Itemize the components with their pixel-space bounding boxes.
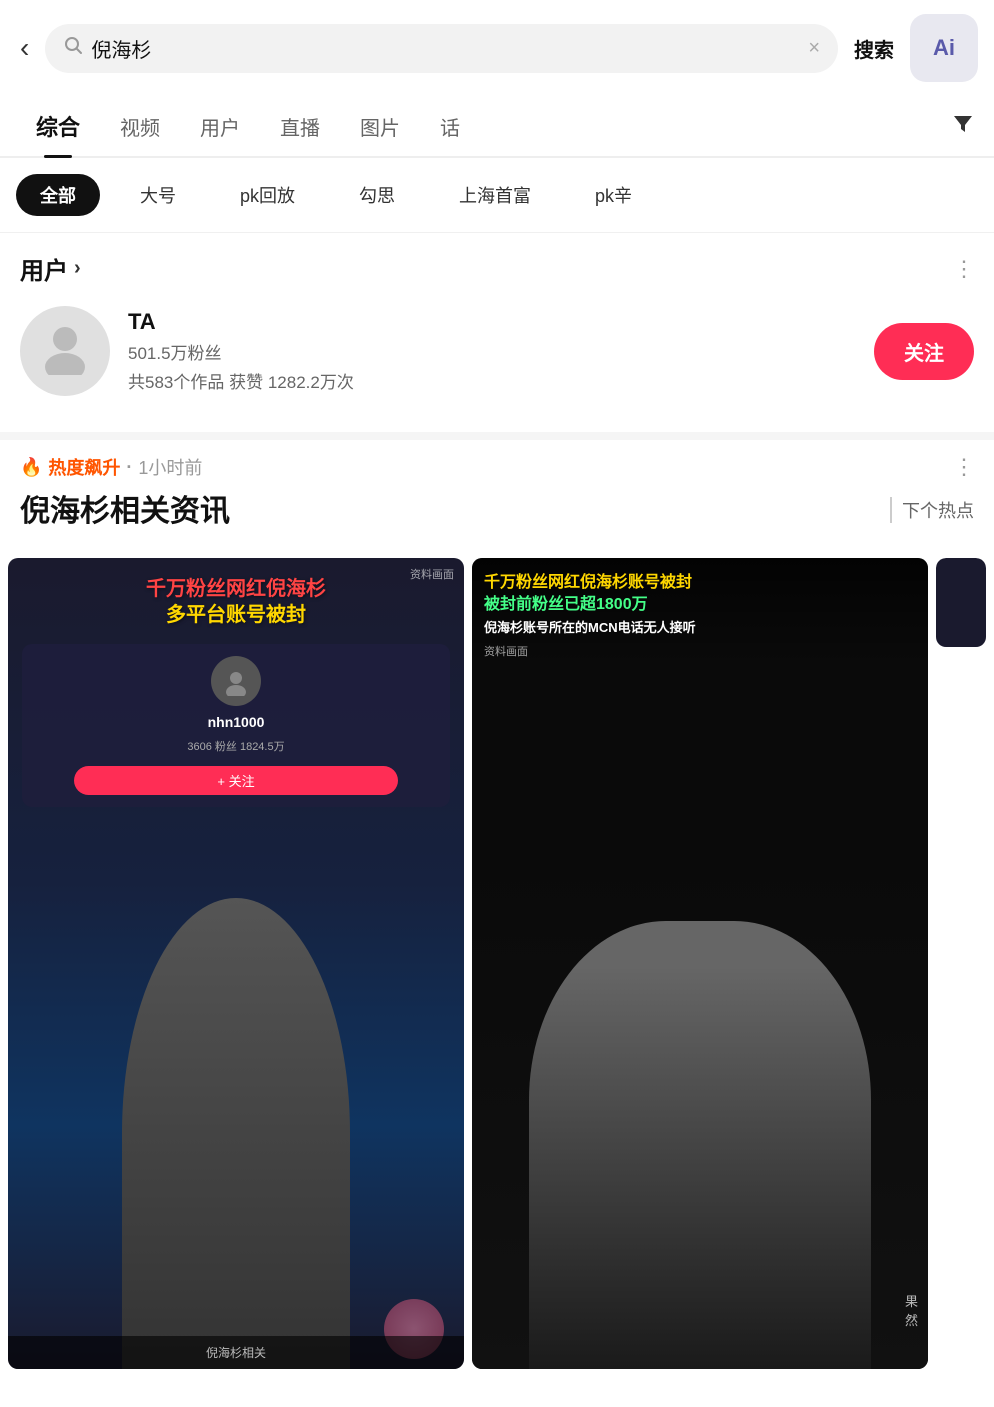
card1-person-silhouette <box>122 898 350 1369</box>
card2-watermark: 果然 <box>905 1291 918 1329</box>
filter-shanghai-richest[interactable]: 上海首富 <box>435 174 555 216</box>
card2-person-sim <box>529 921 871 1369</box>
user-info: TA 501.5万粉丝 共583个作品 获赞 1282.2万次 <box>128 309 856 393</box>
video-thumb-1: 资料画面 千万粉丝网红倪海杉 多平台账号被封 nhn1000 <box>8 558 464 1369</box>
tab-bar: 综合 视频 用户 直播 图片 话 <box>0 96 994 158</box>
ai-button[interactable]: Ai <box>910 14 978 82</box>
tab-video[interactable]: 视频 <box>100 98 180 155</box>
video-thumb-3-partial <box>936 558 986 647</box>
hot-section-more[interactable]: ⋮ <box>953 456 974 478</box>
search-button[interactable]: 搜索 <box>850 34 898 63</box>
card1-headline: 千万粉丝网红倪海杉 多平台账号被封 <box>20 576 452 628</box>
fire-emoji: 🔥 <box>20 457 42 478</box>
search-bar[interactable]: 倪海杉 × <box>45 24 838 73</box>
divider-1 <box>0 432 994 440</box>
card1-title-overlay: 千万粉丝网红倪海杉 多平台账号被封 <box>8 558 464 636</box>
hot-label: 🔥 热度飙升 · 1小时前 <box>20 454 202 480</box>
card2-content: 千万粉丝网红倪海杉账号被封 被封前粉丝已超1800万 倪海杉账号所在的MCN电话… <box>472 558 928 1369</box>
video-card-2[interactable]: 千万粉丝网红倪海杉账号被封 被封前粉丝已超1800万 倪海杉账号所在的MCN电话… <box>472 558 928 1369</box>
card1-username: nhn1000 <box>208 714 265 730</box>
card1-source: 资料画面 <box>410 566 454 582</box>
card1-headline-line2: 多平台账号被封 <box>166 604 306 626</box>
user-section-more[interactable]: ⋮ <box>953 258 974 280</box>
card2-headline-line1: 千万粉丝网红倪海杉账号被封 <box>484 574 692 591</box>
card1-follow-btn[interactable]: + 关注 <box>74 766 397 795</box>
card2-person-area <box>472 842 928 1369</box>
tab-user[interactable]: 用户 <box>180 98 260 155</box>
card1-person-area <box>8 815 464 1369</box>
user-card: TA 501.5万粉丝 共583个作品 获赞 1282.2万次 关注 <box>0 296 994 416</box>
video-thumb-2: 千万粉丝网红倪海杉账号被封 被封前粉丝已超1800万 倪海杉账号所在的MCN电话… <box>472 558 928 1369</box>
hot-title: 倪海杉相关资讯 <box>20 486 230 530</box>
hot-section: 🔥 热度飙升 · 1小时前 ⋮ 倪海杉相关资讯 下个热点 <box>0 440 994 558</box>
tab-comprehensive[interactable]: 综合 <box>16 96 100 156</box>
tab-topic[interactable]: 话 <box>420 98 480 155</box>
hot-section-header: 🔥 热度飙升 · 1小时前 ⋮ <box>20 454 974 480</box>
user-section-arrow: › <box>74 257 81 280</box>
user-name: TA <box>128 309 856 335</box>
filter-pk-xin[interactable]: pk辛 <box>571 174 656 216</box>
tab-live[interactable]: 直播 <box>260 98 340 155</box>
search-query[interactable]: 倪海杉 <box>91 34 800 63</box>
user-works: 共583个作品 <box>128 373 224 392</box>
filter-gou-si[interactable]: 勾思 <box>335 174 419 216</box>
user-section-label: 用户 <box>20 251 68 286</box>
video-grid: 资料画面 千万粉丝网红倪海杉 多平台账号被封 nhn1000 <box>0 558 994 1369</box>
user-fans: 501.5万粉丝 <box>128 339 856 364</box>
card2-headline-line2: 被封前粉丝已超1800万 <box>484 596 648 613</box>
card2-title-overlay: 千万粉丝网红倪海杉账号被封 被封前粉丝已超1800万 倪海杉账号所在的MCN电话… <box>472 558 928 667</box>
card1-profile-box: nhn1000 3606 粉丝 1824.5万 + 关注 <box>22 644 450 807</box>
hot-time: 1小时前 <box>138 454 202 480</box>
filter-pk-replay[interactable]: pk回放 <box>216 174 319 216</box>
header: ‹ 倪海杉 × 搜索 Ai <box>0 0 994 96</box>
filter-all[interactable]: 全部 <box>16 174 100 216</box>
user-section-header: 用户 › ⋮ <box>0 233 994 296</box>
hot-title-row: 倪海杉相关资讯 下个热点 <box>20 486 974 534</box>
card1-content: 资料画面 千万粉丝网红倪海杉 多平台账号被封 nhn1000 <box>8 558 464 1369</box>
card2-headline-line3: 倪海杉账号所在的MCN电话无人接听 <box>484 620 696 635</box>
back-button[interactable]: ‹ <box>16 28 33 68</box>
search-icon <box>63 35 83 61</box>
card1-headline-line1: 千万粉丝网红倪海杉 <box>146 578 326 600</box>
card1-bottom-text: 倪海杉相关 <box>8 1336 464 1369</box>
card1-avatar <box>211 656 261 706</box>
hot-dot: · <box>126 457 132 478</box>
video-card-1[interactable]: 资料画面 千万粉丝网红倪海杉 多平台账号被封 nhn1000 <box>8 558 464 1369</box>
hot-trending-label: 热度飙升 <box>48 454 120 480</box>
avatar-icon <box>35 315 95 388</box>
follow-button[interactable]: 关注 <box>874 323 974 380</box>
user-section-title[interactable]: 用户 › <box>20 251 81 286</box>
filter-icon[interactable] <box>948 98 978 154</box>
avatar <box>20 306 110 396</box>
user-likes: 获赞 1282.2万次 <box>229 373 354 392</box>
filter-big[interactable]: 大号 <box>116 174 200 216</box>
card1-bottom-caption: 倪海杉相关 <box>18 1344 454 1361</box>
sub-filter-bar: 全部 大号 pk回放 勾思 上海首富 pk辛 <box>0 158 994 233</box>
tab-image[interactable]: 图片 <box>340 98 420 155</box>
hot-next[interactable]: 下个热点 <box>890 497 974 523</box>
clear-button[interactable]: × <box>808 37 820 60</box>
card2-source: 资料画面 <box>484 643 916 659</box>
user-stats: 共583个作品 获赞 1282.2万次 <box>128 368 856 393</box>
video-card-3-partial[interactable] <box>936 558 986 1369</box>
card2-headline: 千万粉丝网红倪海杉账号被封 被封前粉丝已超1800万 倪海杉账号所在的MCN电话… <box>484 572 916 639</box>
card1-stats: 3606 粉丝 1824.5万 <box>187 738 284 754</box>
